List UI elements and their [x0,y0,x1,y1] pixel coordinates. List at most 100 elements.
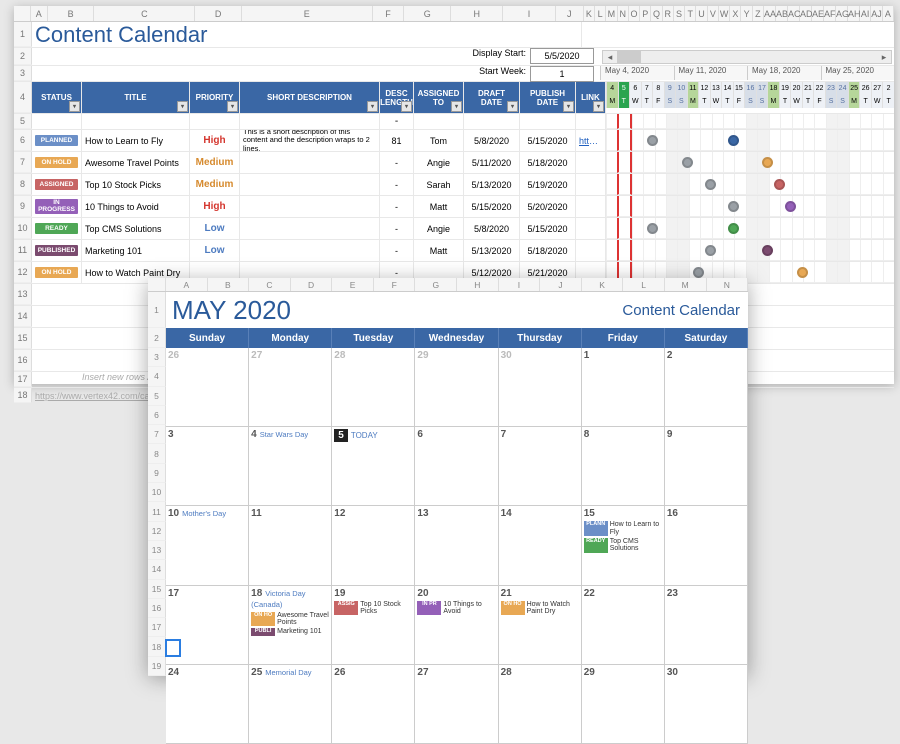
th-publish[interactable]: PUBLISH DATE▾ [520,82,576,113]
col-header[interactable]: U [696,6,707,21]
th-link[interactable]: LINK▾ [576,82,606,113]
day-cell[interactable]: 15PLANNHow to Learn to FlyREADYTop CMS S… [582,506,665,585]
gantt-cell[interactable] [814,240,825,261]
col-header[interactable]: I [499,278,541,291]
horizontal-scrollbar[interactable]: ◂ ▸ [602,50,892,64]
gantt-cell[interactable] [814,218,825,239]
col-header[interactable]: H [451,6,503,21]
day-cell[interactable]: 12 [332,506,415,585]
row-header[interactable]: 5 [14,114,32,129]
gantt-cell[interactable] [757,174,768,195]
col-header[interactable]: Z [753,6,764,21]
gantt-cell[interactable] [734,152,745,173]
gantt-cell[interactable] [689,174,700,195]
col-header[interactable]: E [242,6,373,21]
gantt-cell[interactable] [883,262,894,283]
gantt-cell[interactable] [883,152,894,173]
gantt-cell[interactable] [803,114,814,129]
gantt-cell[interactable] [712,152,723,173]
gantt-cell[interactable] [689,240,700,261]
gantt-cell[interactable] [606,218,617,239]
col-header[interactable]: A [31,6,48,21]
row-header[interactable]: 19 [148,657,166,676]
gantt-cell[interactable] [826,174,837,195]
col-header[interactable]: R [663,6,674,21]
day-cell[interactable]: 25Memorial Day [249,665,332,744]
title-cell[interactable]: Awesome Travel Points [82,152,190,173]
th-desc[interactable]: SHORT DESCRIPTION▾ [240,82,380,113]
gantt-cell[interactable] [723,240,734,261]
gantt-cell[interactable] [723,114,734,129]
col-header[interactable]: D [195,6,242,21]
gantt-cell[interactable] [849,218,860,239]
gantt-cell[interactable] [769,262,780,283]
gantt-cell[interactable] [757,196,768,217]
gantt-cell[interactable] [643,152,654,173]
row-header[interactable]: 16 [14,350,32,371]
day-cell[interactable]: 2 [665,348,748,427]
col-header[interactable]: K [582,278,624,291]
day-cell[interactable]: 27 [249,348,332,427]
col-header[interactable]: AE [812,6,824,21]
calendar-event[interactable]: ON HOAwesome Travel Points [251,612,329,627]
table-row[interactable]: 9IN PROGRESS10 Things to AvoidHigh-Matt5… [14,196,894,218]
gantt-cell[interactable] [883,130,894,151]
gantt-cell[interactable] [723,174,734,195]
gantt-cell[interactable] [677,240,688,261]
col-header[interactable]: L [623,278,665,291]
scroll-right-icon[interactable]: ▸ [877,51,891,63]
gantt-cell[interactable] [837,152,848,173]
table-row[interactable]: 8ASSIGNEDTop 10 Stock PicksMedium-Sarah5… [14,174,894,196]
title-cell[interactable]: How to Learn to Fly [82,130,190,151]
gantt-cell[interactable] [883,174,894,195]
day-cell[interactable]: 27 [415,665,498,744]
gantt-cell[interactable] [837,218,848,239]
gantt-cell[interactable] [666,130,677,151]
gantt-cell[interactable] [655,196,666,217]
gantt-cell[interactable] [792,130,803,151]
title-cell[interactable]: Top CMS Solutions [82,218,190,239]
col-header[interactable]: O [629,6,640,21]
calendar-event[interactable]: READYTop CMS Solutions [584,538,662,553]
day-cell[interactable]: 1 [582,348,665,427]
gantt-cell[interactable] [632,174,643,195]
filter-icon[interactable]: ▾ [177,101,188,112]
day-cell[interactable]: 28 [499,665,582,744]
gantt-cell[interactable] [734,174,745,195]
th-title[interactable]: TITLE▾ [82,82,190,113]
gantt-cell[interactable] [617,196,631,217]
gantt-cell[interactable] [803,130,814,151]
day-cell[interactable]: 24 [166,665,249,744]
gantt-cell[interactable] [689,114,700,129]
col-header[interactable]: Y [741,6,752,21]
gantt-cell[interactable] [757,262,768,283]
desc-cell[interactable] [240,218,380,239]
row-header[interactable]: 8 [14,174,32,195]
gantt-cell[interactable] [803,174,814,195]
day-cell[interactable]: 21ON HOHow to Watch Paint Dry [499,586,582,665]
gantt-cell[interactable] [769,218,780,239]
gantt-cell[interactable] [826,218,837,239]
col-header[interactable]: AB [776,6,788,21]
col-header[interactable]: V [708,6,719,21]
gantt-cell[interactable] [849,262,860,283]
gantt-cell[interactable] [837,262,848,283]
calendar-event[interactable]: IN PR10 Things to Avoid [417,601,495,616]
gantt-cell[interactable] [712,196,723,217]
col-header[interactable]: C [94,6,195,21]
row-header[interactable]: 18 [148,637,166,656]
gantt-cell[interactable] [769,196,780,217]
gantt-cell[interactable] [814,114,825,129]
gantt-cell[interactable] [606,130,617,151]
calendar-event[interactable]: PLANNHow to Learn to Fly [584,521,662,536]
day-cell[interactable]: 4Star Wars Day [249,427,332,506]
row-header[interactable]: 10 [14,218,32,239]
day-cell[interactable]: 30 [499,348,582,427]
gantt-cell[interactable] [792,174,803,195]
row-header[interactable]: 6 [148,406,166,425]
gantt-cell[interactable] [803,196,814,217]
row-header[interactable]: 5 [148,387,166,406]
desc-cell[interactable] [240,240,380,261]
row-header[interactable]: 12 [148,522,166,541]
day-cell[interactable]: 26 [166,348,249,427]
